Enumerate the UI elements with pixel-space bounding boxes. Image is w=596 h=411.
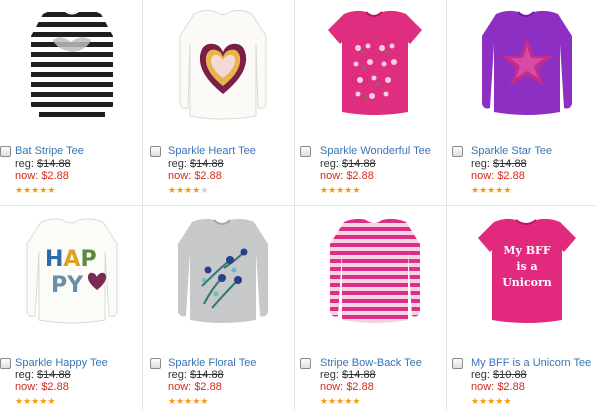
pink-floral-tee-icon <box>328 10 422 115</box>
regular-price: reg: $14.88 <box>15 158 71 170</box>
sale-price: now: $2.88 <box>15 170 69 182</box>
star-filled-icon: ★ <box>15 185 24 195</box>
product-title[interactable]: My BFF is a Unicorn Tee <box>471 357 591 369</box>
product-card: HAP PY Sparkle Happy Tee reg: $14.88 now… <box>0 208 147 411</box>
star-filled-icon: ★ <box>471 185 480 195</box>
product-image[interactable] <box>298 0 450 140</box>
print-text: HAP <box>45 247 97 272</box>
rating-stars: ★★★★★ <box>168 396 208 406</box>
product-card: Sparkle Wonderful Tee reg: $14.88 now: $… <box>298 0 450 205</box>
sale-price: now: $2.88 <box>168 381 222 393</box>
sale-price: now: $2.88 <box>320 381 374 393</box>
regular-price: reg: $14.88 <box>168 158 224 170</box>
product-image[interactable] <box>146 0 298 140</box>
happy-tee-icon: HAP PY <box>26 218 118 324</box>
compare-checkbox[interactable] <box>300 358 311 369</box>
print-text: is a <box>516 260 537 273</box>
product-image[interactable] <box>0 0 147 140</box>
star-filled-icon: ★ <box>352 396 361 406</box>
striped-tee-icon <box>31 10 113 118</box>
sale-price: now: $2.88 <box>15 381 69 393</box>
product-card: Sparkle Floral Tee reg: $14.88 now: $2.8… <box>146 208 298 411</box>
rating-stars: ★★★★★ <box>15 185 55 195</box>
product-image[interactable]: HAP PY <box>0 208 147 348</box>
star-tee-icon <box>482 10 572 115</box>
product-title[interactable]: Bat Stripe Tee <box>15 145 84 157</box>
print-text: Unicorn <box>502 276 552 289</box>
star-empty-icon: ★ <box>200 185 209 195</box>
rating-stars: ★★★★★ <box>471 185 511 195</box>
product-card: Sparkle Star Tee reg: $14.88 now: $2.88 … <box>450 0 596 205</box>
product-image[interactable] <box>450 0 596 140</box>
rating-stars: ★★★★★ <box>168 185 208 195</box>
sale-price: now: $2.88 <box>320 170 374 182</box>
star-filled-icon: ★ <box>479 185 488 195</box>
star-filled-icon: ★ <box>352 185 361 195</box>
product-title[interactable]: Sparkle Wonderful Tee <box>320 145 431 157</box>
star-filled-icon: ★ <box>168 396 177 406</box>
regular-price: reg: $10.88 <box>471 369 527 381</box>
pink-stripe-tee-icon <box>330 218 420 323</box>
product-grid: Bat Stripe Tee reg: $14.88 now: $2.88 ★★… <box>0 0 596 411</box>
compare-checkbox[interactable] <box>452 146 463 157</box>
rating-stars: ★★★★★ <box>15 396 55 406</box>
star-filled-icon: ★ <box>320 185 329 195</box>
heart-tee-icon <box>179 9 267 120</box>
star-filled-icon: ★ <box>320 396 329 406</box>
star-filled-icon: ★ <box>23 185 32 195</box>
product-image[interactable] <box>298 208 450 348</box>
product-title[interactable]: Stripe Bow-Back Tee <box>320 357 422 369</box>
print-text: My BFF <box>503 244 551 257</box>
compare-checkbox[interactable] <box>452 358 463 369</box>
compare-checkbox[interactable] <box>150 146 161 157</box>
product-card: Sparkle Heart Tee reg: $14.88 now: $2.88… <box>146 0 298 205</box>
compare-checkbox[interactable] <box>0 358 11 369</box>
star-filled-icon: ★ <box>47 185 56 195</box>
product-image[interactable]: My BFF is a Unicorn <box>450 208 596 348</box>
star-filled-icon: ★ <box>15 396 24 406</box>
floral-tee-icon <box>178 218 268 323</box>
product-title[interactable]: Sparkle Star Tee <box>471 145 552 157</box>
regular-price: reg: $14.88 <box>15 369 71 381</box>
product-title[interactable]: Sparkle Floral Tee <box>168 357 256 369</box>
unicorn-text-tee-icon: My BFF is a Unicorn <box>478 218 576 323</box>
row-divider <box>0 205 596 206</box>
star-filled-icon: ★ <box>47 396 56 406</box>
compare-checkbox[interactable] <box>0 146 11 157</box>
rating-stars: ★★★★★ <box>320 185 360 195</box>
product-title[interactable]: Sparkle Happy Tee <box>15 357 108 369</box>
sale-price: now: $2.88 <box>471 381 525 393</box>
star-filled-icon: ★ <box>471 396 480 406</box>
regular-price: reg: $14.88 <box>471 158 527 170</box>
star-filled-icon: ★ <box>503 396 512 406</box>
product-card: Stripe Bow-Back Tee reg: $14.88 now: $2.… <box>298 208 450 411</box>
sale-price: now: $2.88 <box>168 170 222 182</box>
rating-stars: ★★★★★ <box>471 396 511 406</box>
product-image[interactable] <box>146 208 298 348</box>
compare-checkbox[interactable] <box>150 358 161 369</box>
regular-price: reg: $14.88 <box>320 158 376 170</box>
star-filled-icon: ★ <box>23 396 32 406</box>
regular-price: reg: $14.88 <box>320 369 376 381</box>
star-filled-icon: ★ <box>328 396 337 406</box>
sale-price: now: $2.88 <box>471 170 525 182</box>
star-filled-icon: ★ <box>479 396 488 406</box>
star-filled-icon: ★ <box>200 396 209 406</box>
star-filled-icon: ★ <box>168 185 177 195</box>
star-filled-icon: ★ <box>176 396 185 406</box>
star-filled-icon: ★ <box>503 185 512 195</box>
product-card: My BFF is a Unicorn My BFF is a Unicorn … <box>450 208 596 411</box>
rating-stars: ★★★★★ <box>320 396 360 406</box>
product-title[interactable]: Sparkle Heart Tee <box>168 145 256 157</box>
regular-price: reg: $14.88 <box>168 369 224 381</box>
product-card: Bat Stripe Tee reg: $14.88 now: $2.88 ★★… <box>0 0 147 205</box>
compare-checkbox[interactable] <box>300 146 311 157</box>
print-text: PY <box>51 273 84 298</box>
star-filled-icon: ★ <box>176 185 185 195</box>
star-filled-icon: ★ <box>328 185 337 195</box>
